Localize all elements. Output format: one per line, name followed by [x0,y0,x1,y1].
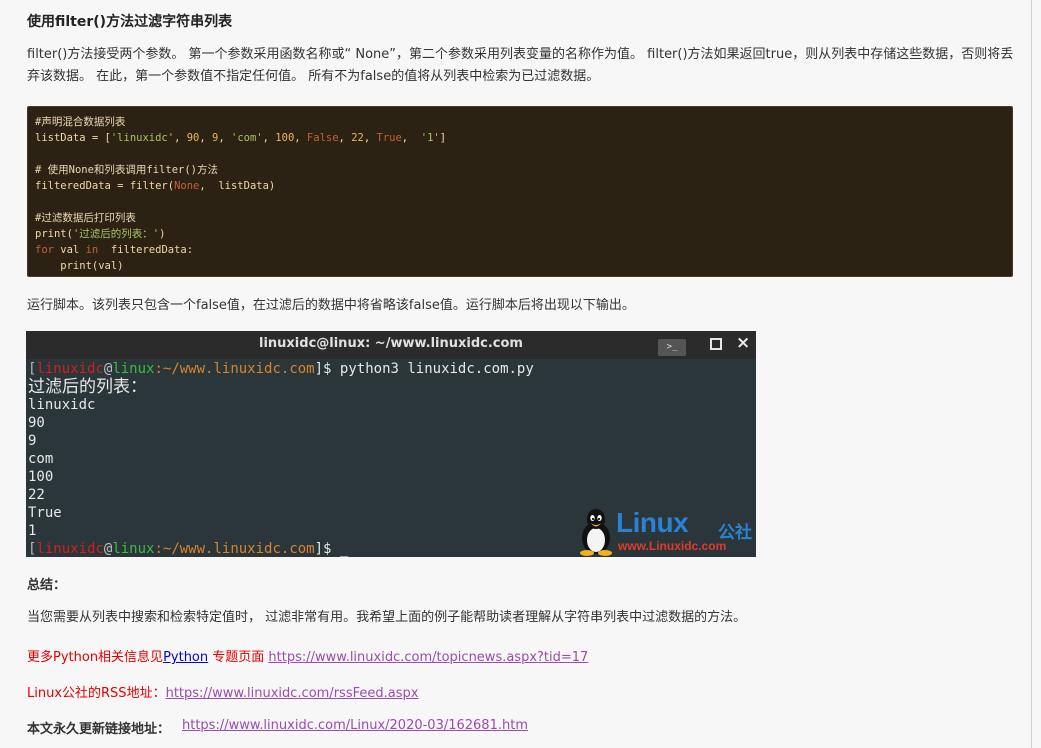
terminal-screenshot: linuxidc@linux: ~/www.linuxidc.com >_ × … [26,331,756,557]
rss-link[interactable]: https://www.linuxidc.com/rssFeed.aspx [166,686,419,701]
code-line: for val in filteredData: [35,244,194,256]
terminal-output-line: linuxidc [28,397,96,413]
code-line: print('过滤后的列表：') [35,228,166,240]
code-blank [35,194,1012,210]
code-comment: #过滤数据后打印列表 [35,212,136,224]
more-info-line: 更多Python相关信息见Python 专题页面 https://www.lin… [27,646,588,665]
page-divider [1031,0,1032,748]
terminal-output-line: 100 [28,469,54,485]
summary-paragraph: 当您需要从列表中搜索和检索特定值时， 过滤非常有用。我希望上面的例子能帮助读者理… [27,610,747,625]
new-tab-icon[interactable]: >_ [658,339,686,356]
rss-label: Linux公社的RSS地址： [27,686,166,701]
terminal-output-line: 90 [28,415,45,431]
code-blank [35,146,1012,162]
rss-line: Linux公社的RSS地址：https://www.linuxidc.com/r… [27,682,418,701]
run-paragraph: 运行脚本。该列表只包含一个false值，在过滤后的数据中将省略该false值。运… [27,298,635,313]
terminal-cursor: _ [339,541,349,557]
watermark-word: Linux [616,507,689,538]
tux-penguin-icon [580,509,612,556]
permalink-line: https://www.linuxidc.com/Linux/2020-03/1… [182,718,528,733]
terminal-output-line: com [28,451,54,467]
watermark-logo: Linux 公社 www.Linuxidc.com [578,506,756,556]
section-heading: 使用filter()方法过滤字符串列表 [27,14,233,30]
maximize-icon[interactable] [710,338,722,350]
summary-title: 总结： [27,578,67,593]
topic-link[interactable]: https://www.linuxidc.com/topicnews.aspx?… [268,650,588,665]
more-info-suffix: 专题页面 [208,650,269,665]
more-info-prefix: 更多Python相关信息见 [27,650,164,665]
code-comment: #声明混合数据列表 [35,116,126,128]
terminal-title: linuxidc@linux: ~/www.linuxidc.com [259,336,523,351]
intro-paragraph: filter()方法接受两个参数。 第一个参数采用函数名称或“ None”，第二… [27,47,1014,84]
close-icon[interactable]: × [736,333,750,353]
permalink-label: 本文永久更新链接地址： [27,722,171,737]
terminal-output-line: 过滤后的列表： [28,377,147,397]
code-block: #声明混合数据列表 listData = ['linuxidc', 90, 9, … [27,106,1013,277]
code-line: filteredData = filter(None, listData) [35,180,276,192]
terminal-output-line: 22 [28,487,45,503]
permalink-link[interactable]: https://www.linuxidc.com/Linux/2020-03/1… [182,718,528,733]
terminal-output-line: 9 [28,433,37,449]
watermark-url: www.Linuxidc.com [618,539,727,553]
terminal-prompt-line: [linuxidc@linux:~/www.linuxidc.com]$ pyt… [28,361,534,377]
code-comment: # 使用None和列表调用filter()方法 [35,164,219,176]
code-line: print(val) [35,260,124,272]
code-line: listData = ['linuxidc', 90, 9, 'com', 10… [35,132,447,144]
python-link[interactable]: Python [163,650,208,665]
terminal-titlebar: linuxidc@linux: ~/www.linuxidc.com >_ × [26,331,756,359]
